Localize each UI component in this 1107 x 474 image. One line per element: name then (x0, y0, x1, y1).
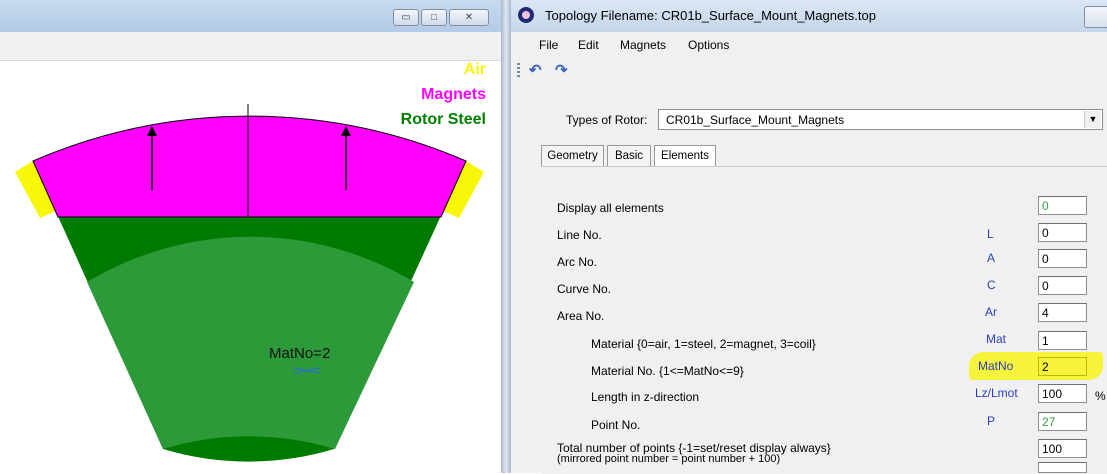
toolbar-grip[interactable] (517, 63, 520, 77)
row-label-area-no: Area No. (557, 309, 605, 323)
tab-basic[interactable]: Basic (607, 145, 651, 167)
material-field[interactable]: 1 (1038, 331, 1087, 350)
row-label-display-all: Display all elements (557, 201, 664, 215)
next-field[interactable] (1038, 462, 1087, 473)
left-window-menubar (0, 32, 501, 61)
app-icon (518, 7, 534, 23)
menu-magnets[interactable]: Magnets (620, 38, 666, 52)
titlebar-button[interactable] (1084, 6, 1107, 28)
length-unit: % (1095, 389, 1106, 403)
code-area: Ar (985, 305, 997, 319)
code-arc: A (987, 251, 996, 265)
legend-air: Air (463, 61, 486, 78)
undo-icon[interactable]: ↶ (529, 61, 542, 79)
geometry-view-window: ▭ □ ✕ MatNo=2 Air Magnets Rotor Steel (0, 0, 501, 473)
code-lz-lmot: Lz/Lmot (975, 386, 1018, 400)
minimize-button[interactable]: ▭ (393, 9, 419, 26)
menu-options[interactable]: Options (688, 38, 729, 52)
points-note: (mirrored point number = point number + … (557, 453, 781, 465)
selected-area[interactable] (87, 236, 414, 449)
left-window-titlebar: ▭ □ ✕ (0, 0, 501, 32)
minimize-icon: ▭ (401, 12, 411, 23)
rotor-type-select[interactable]: CR01b_Surface_Mount_Magnets ▼ (658, 109, 1103, 130)
row-label-length-z: Length in z-direction (591, 390, 700, 404)
topology-editor-window: Topology Filename: CR01b_Surface_Mount_M… (511, 0, 1107, 474)
rotor-type-label: Types of Rotor: (566, 113, 648, 127)
maximize-icon: □ (430, 12, 438, 23)
magnet-area[interactable] (32, 115, 467, 218)
area-matno-label: MatNo=2 (269, 345, 331, 362)
row-label-material-no: Material No. {1<=MatNo<=9} (591, 364, 744, 378)
area-no-field[interactable]: 4 (1038, 303, 1087, 322)
line-no-field[interactable]: 0 (1038, 223, 1087, 242)
code-line: L (987, 227, 994, 241)
display-all-field[interactable]: 0 (1038, 196, 1087, 215)
code-material: Mat (986, 332, 1007, 346)
row-label-arc-no: Arc No. (557, 255, 598, 269)
maximize-button[interactable]: □ (421, 9, 447, 26)
code-curve: C (987, 278, 996, 292)
tab-elements[interactable]: Elements (654, 145, 716, 167)
window-divider (501, 0, 511, 473)
arc-no-field[interactable]: 0 (1038, 249, 1087, 268)
row-label-material: Material {0=air, 1=steel, 2=magnet, 3=co… (591, 337, 816, 351)
length-z-field[interactable]: 100 (1038, 384, 1087, 403)
total-points-field[interactable]: 100 (1038, 439, 1087, 458)
right-window-titlebar: Topology Filename: CR01b_Surface_Mount_M… (511, 0, 1107, 32)
menu-edit[interactable]: Edit (578, 38, 599, 52)
row-label-curve-no: Curve No. (557, 282, 612, 296)
code-matno: MatNo (978, 359, 1014, 373)
code-point: P (987, 414, 996, 428)
legend-rotor-steel: Rotor Steel (400, 111, 486, 128)
toolbar: ↶ ↷ (511, 58, 1107, 82)
dropdown-arrow-icon[interactable]: ▼ (1084, 111, 1101, 128)
close-button[interactable]: ✕ (449, 9, 489, 26)
menu-file[interactable]: File (539, 38, 558, 52)
row-label-line-no: Line No. (557, 228, 602, 242)
row-label-point-no: Point No. (591, 418, 641, 432)
material-no-field[interactable]: 2 (1038, 357, 1087, 376)
tab-geometry[interactable]: Geometry (541, 145, 604, 167)
menubar: File Edit Magnets Options (511, 32, 1107, 58)
window-title: Topology Filename: CR01b_Surface_Mount_M… (545, 8, 876, 23)
rotor-type-value: CR01b_Surface_Mount_Magnets (666, 113, 845, 127)
close-icon: ✕ (464, 12, 474, 23)
redo-icon[interactable]: ↷ (555, 61, 568, 79)
curve-no-field[interactable]: 0 (1038, 276, 1087, 295)
point-no-field[interactable]: 27 (1038, 412, 1087, 431)
legend-magnets: Magnets (421, 86, 486, 103)
